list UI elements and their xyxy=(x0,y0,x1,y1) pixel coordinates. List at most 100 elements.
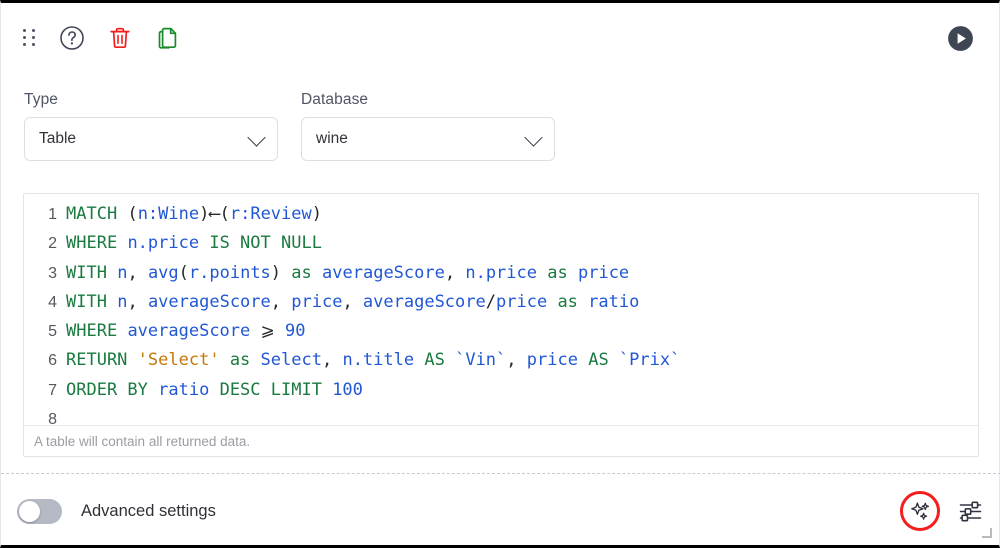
drag-handle-icon[interactable] xyxy=(23,29,37,47)
code-token: averageScore xyxy=(147,291,271,312)
line-number: 5 xyxy=(48,323,57,341)
type-label: Type xyxy=(24,91,59,108)
run-button[interactable] xyxy=(947,25,974,52)
card-footer: Advanced settings xyxy=(1,474,1000,548)
code-line-text: ORDER BY ratio DESC LIMIT 100 xyxy=(66,376,363,405)
code-token: averageScore xyxy=(322,262,445,283)
code-line-text: WITH n, avg(r.points) as averageScore, n… xyxy=(66,259,629,288)
code-area[interactable]: 1 MATCH (n:Wine)⟵(r:Review) 2 WHERE n.price… xyxy=(24,194,978,428)
advanced-settings-toggle[interactable] xyxy=(17,498,62,524)
code-token: DESC LIMIT xyxy=(219,379,322,400)
code-token: ⟵ xyxy=(209,204,220,224)
code-line: 5 WHERE averageScore ⩾ 90 xyxy=(24,317,978,346)
database-select[interactable]: wine xyxy=(301,117,555,161)
line-number: 7 xyxy=(48,381,57,399)
code-token: as xyxy=(229,350,251,371)
code-token: as xyxy=(291,262,312,283)
code-token: as xyxy=(557,291,578,312)
code-token: n:Wine xyxy=(137,204,200,224)
sliders-icon xyxy=(959,500,982,521)
database-select-value: wine xyxy=(316,130,348,147)
code-token: ( xyxy=(178,262,189,283)
code-token: n.price xyxy=(465,262,537,283)
code-token: r:Review xyxy=(229,204,312,224)
help-icon[interactable] xyxy=(59,25,85,51)
editor-status-text: A table will contain all returned data. xyxy=(34,433,251,449)
settings-button[interactable] xyxy=(958,499,983,524)
query-editor[interactable]: 1 MATCH (n:Wine)⟵(r:Review) 2 WHERE n.price… xyxy=(23,193,979,457)
code-token: 100 xyxy=(332,379,363,400)
code-token: , xyxy=(127,291,148,312)
code-token: price xyxy=(526,350,578,371)
code-token: avg xyxy=(147,262,179,283)
code-token: , xyxy=(270,291,292,312)
line-number: 2 xyxy=(48,235,57,253)
code-token: , xyxy=(127,262,148,283)
code-token: AS xyxy=(424,350,445,371)
selector-row: Type Table Database wine xyxy=(1,91,1000,161)
advanced-settings-label: Advanced settings xyxy=(81,501,216,520)
ai-assist-button[interactable] xyxy=(900,491,940,531)
code-token: , xyxy=(506,350,527,371)
type-select-value: Table xyxy=(39,130,77,147)
toolbar-left-group xyxy=(1,25,181,51)
footer-right-group xyxy=(900,491,1000,531)
play-circle-glyph xyxy=(948,25,973,51)
code-token: ) xyxy=(270,262,282,283)
code-token: 90 xyxy=(285,321,306,342)
line-number: 6 xyxy=(48,352,57,370)
code-line-text: MATCH (n:Wine)⟵(r:Review) xyxy=(66,200,322,229)
sparkles-icon xyxy=(910,501,929,520)
code-token: WHERE xyxy=(66,321,118,342)
code-token: `Vin` xyxy=(455,350,507,371)
code-token: 'Select' xyxy=(137,350,220,371)
code-line: 2 WHERE n.price IS NOT NULL xyxy=(24,229,978,258)
code-line: 1 MATCH (n:Wine)⟵(r:Review) xyxy=(24,200,978,229)
editor-status-bar: A table will contain all returned data. xyxy=(24,425,978,456)
code-token: ⩾ xyxy=(260,321,275,342)
code-line: 6 RETURN 'Select' as Select, n.title AS `… xyxy=(24,346,978,375)
code-token: as xyxy=(547,262,568,283)
toggle-knob xyxy=(19,500,40,522)
code-token: IS NOT NULL xyxy=(209,233,322,254)
code-line-text: WHERE n.price IS NOT NULL xyxy=(66,229,322,258)
drag-dots-glyph xyxy=(23,29,37,47)
type-select[interactable]: Table xyxy=(24,117,278,161)
code-token: price xyxy=(496,291,548,312)
code-token: RETURN xyxy=(66,350,128,371)
code-token: n xyxy=(117,262,128,283)
database-label: Database xyxy=(301,91,369,108)
duplicate-icon[interactable] xyxy=(155,25,181,51)
code-token: n.price xyxy=(127,233,200,254)
code-line: 7 ORDER BY ratio DESC LIMIT 100 xyxy=(24,376,978,405)
code-line-text: WITH n, averageScore, price, averageScor… xyxy=(66,288,639,317)
code-token: , xyxy=(321,350,343,371)
code-token: n.title xyxy=(342,350,415,371)
code-token: ratio xyxy=(158,379,210,400)
type-field: Type Table xyxy=(24,91,278,161)
code-token: ORDER BY xyxy=(66,379,148,400)
delete-icon[interactable] xyxy=(107,25,133,51)
code-token: ratio xyxy=(588,291,640,312)
code-line: 4 WITH n, averageScore, price, averageSco… xyxy=(24,288,978,317)
code-line: 3 WITH n, avg(r.points) as averageScore, … xyxy=(24,259,978,288)
code-token: `Prix` xyxy=(618,350,681,371)
code-line-text: RETURN 'Select' as Select, n.title AS `V… xyxy=(66,346,680,375)
help-circle-glyph xyxy=(60,26,84,50)
code-token: averageScore xyxy=(127,321,251,342)
